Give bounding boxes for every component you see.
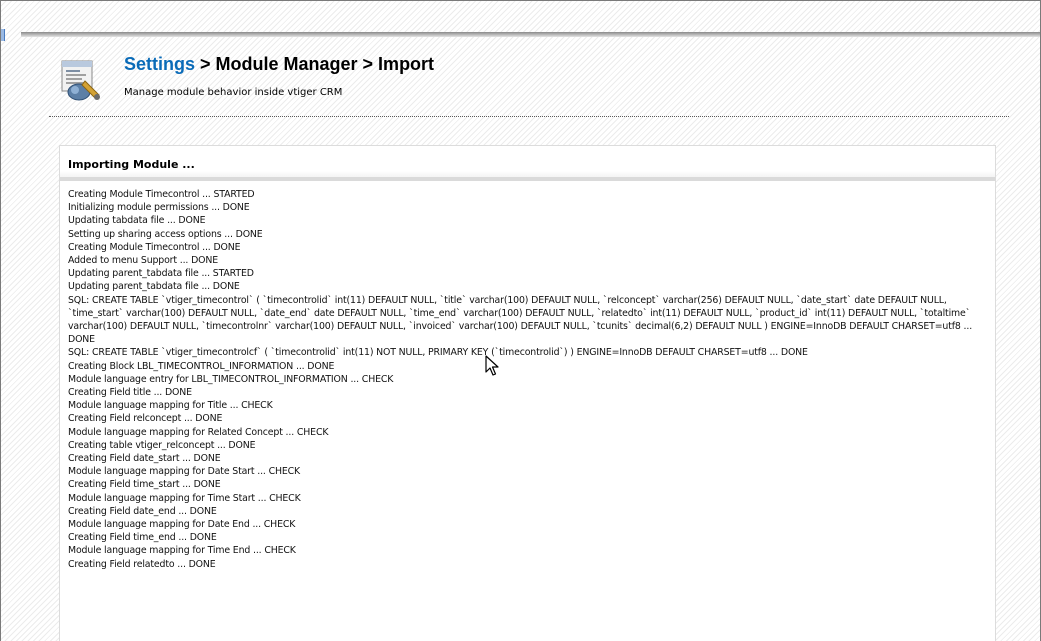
log-line: Updating parent_tabdata file ... DONE: [68, 281, 240, 293]
log-line: Module language mapping for Time End ...…: [68, 545, 296, 557]
log-line: Creating Field title ... DONE: [68, 387, 192, 399]
log-line: Module language mapping for Date Start .…: [68, 466, 301, 478]
log-line: Creating Field time_start ... DONE: [68, 479, 221, 491]
mouse-pointer-icon: [485, 355, 499, 376]
log-line: Setting up sharing access options ... DO…: [68, 228, 263, 240]
import-log: Creating Module Timecontrol ... STARTED …: [60, 181, 995, 571]
log-line: Creating Block LBL_TIMECONTROL_INFORMATI…: [68, 360, 335, 372]
header-separator: [49, 116, 1009, 117]
log-line: Creating Module Timecontrol ... DONE: [68, 241, 241, 253]
log-line: Module language mapping for Title ... CH…: [68, 400, 273, 412]
top-rule: [21, 32, 1040, 37]
page-subtitle: Manage module behavior inside vtiger CRM: [124, 87, 343, 98]
log-line: Initializing module permissions ... DONE: [68, 202, 250, 214]
page-frame: Settings > Module Manager > Import Manag…: [0, 0, 1041, 641]
log-line: Creating Field relconcept ... DONE: [68, 413, 223, 425]
breadcrumb-trail: > Module Manager > Import: [195, 54, 435, 74]
log-line: Module language mapping for Related Conc…: [68, 426, 329, 438]
page-header: Settings > Module Manager > Import Manag…: [59, 53, 1019, 113]
import-panel: Importing Module ... Creating Module Tim…: [59, 145, 996, 641]
log-line: Updating parent_tabdata file ... STARTED: [68, 268, 254, 280]
log-line: SQL: CREATE TABLE `vtiger_timecontrol` (…: [68, 294, 973, 346]
log-line: Creating table vtiger_relconcept ... DON…: [68, 439, 256, 451]
log-line: Module language entry for LBL_TIMECONTRO…: [68, 373, 394, 385]
corner-marker: [1, 29, 5, 41]
module-manager-icon: [61, 60, 100, 101]
log-line: Module language mapping for Time Start .…: [68, 492, 301, 504]
log-line: Creating Field time_end ... DONE: [68, 532, 217, 544]
breadcrumb-settings-link[interactable]: Settings: [124, 54, 195, 74]
log-line: Creating Module Timecontrol ... STARTED: [68, 189, 255, 200]
log-line: Creating Field relatedto ... DONE: [68, 558, 216, 570]
log-line: SQL: CREATE TABLE `vtiger_timecontrolcf`…: [68, 347, 808, 359]
log-line: Creating Field date_start ... DONE: [68, 453, 221, 465]
log-line: Module language mapping for Date End ...…: [68, 519, 296, 531]
panel-title: Importing Module ...: [60, 146, 995, 181]
page-title: Settings > Module Manager > Import: [124, 54, 434, 75]
log-line: Added to menu Support ... DONE: [68, 255, 218, 267]
log-line: Updating tabdata file ... DONE: [68, 215, 206, 227]
log-line: Creating Field date_end ... DONE: [68, 505, 217, 517]
